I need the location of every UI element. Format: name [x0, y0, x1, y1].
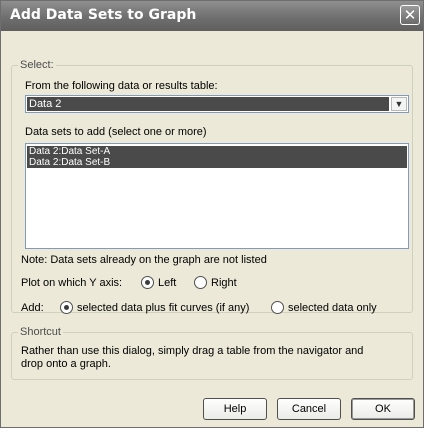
window-title: Add Data Sets to Graph — [10, 7, 197, 23]
radio-right-label[interactable]: Right — [211, 277, 237, 289]
title-bar[interactable]: Add Data Sets to Graph ✕ — [1, 1, 423, 31]
add-label: Add: — [21, 302, 44, 314]
help-button[interactable]: Help — [203, 398, 267, 420]
shortcut-text-line2: drop onto a graph. — [21, 358, 111, 370]
radio-data-only[interactable] — [271, 301, 284, 314]
shortcut-group-legend: Shortcut — [18, 326, 63, 338]
list-item[interactable]: Data 2:Data Set-A — [27, 146, 407, 157]
radio-right[interactable] — [194, 276, 207, 289]
ok-button[interactable]: OK — [351, 398, 415, 420]
cancel-button[interactable]: Cancel — [277, 398, 341, 420]
close-icon[interactable]: ✕ — [400, 5, 420, 25]
table-label: From the following data or results table… — [25, 80, 218, 92]
select-group-legend: Select: — [18, 59, 56, 71]
datasets-listbox[interactable]: Data 2:Data Set-A Data 2:Data Set-B — [25, 143, 409, 249]
radio-left[interactable] — [141, 276, 154, 289]
radio-data-plus-fit-label[interactable]: selected data plus fit curves (if any) — [77, 302, 249, 314]
table-dropdown-value: Data 2 — [27, 97, 389, 111]
radio-data-only-label[interactable]: selected data only — [288, 302, 377, 314]
dialog-window: Add Data Sets to Graph ✕ Select: From th… — [0, 0, 424, 428]
list-item[interactable]: Data 2:Data Set-B — [27, 157, 407, 168]
chevron-down-icon[interactable]: ▼ — [391, 97, 407, 111]
yaxis-label: Plot on which Y axis: — [21, 277, 123, 289]
shortcut-text-line1: Rather than use this dialog, simply drag… — [21, 345, 364, 357]
datasets-label: Data sets to add (select one or more) — [25, 126, 207, 138]
radio-left-label[interactable]: Left — [158, 277, 176, 289]
note-text: Note: Data sets already on the graph are… — [21, 254, 267, 266]
radio-data-plus-fit[interactable] — [60, 301, 73, 314]
table-dropdown[interactable]: Data 2 ▼ — [25, 95, 409, 113]
